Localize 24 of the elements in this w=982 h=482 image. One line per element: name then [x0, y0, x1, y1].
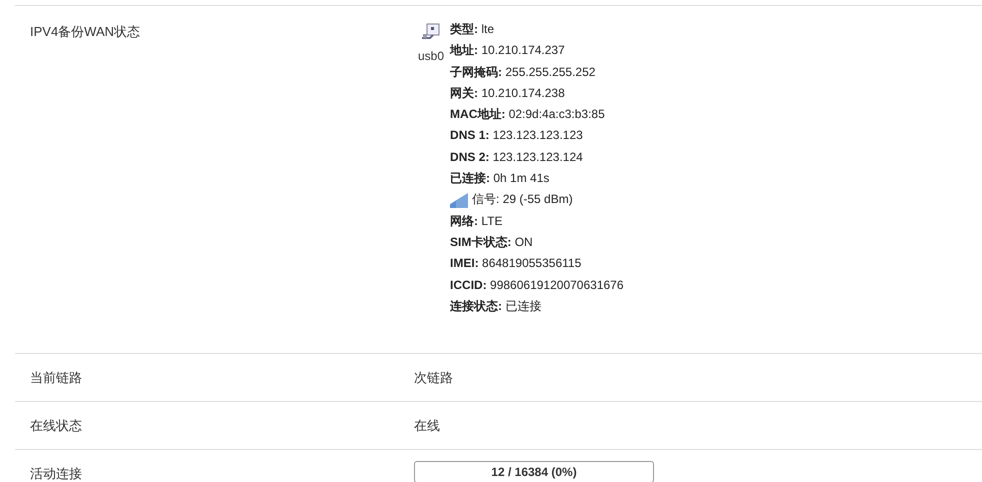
- detail-line: IMEI: 864819055356115: [450, 255, 582, 272]
- row-label: 在线状态: [30, 418, 82, 434]
- network-adapter-icon: [421, 23, 442, 41]
- detail-line: DNS 2: 123.123.123.124: [450, 148, 583, 166]
- row-value: 次链路: [414, 370, 453, 386]
- row-label: IPV4备份WAN状态: [30, 24, 140, 39]
- row-value: 在线: [414, 418, 440, 434]
- detail-line: 网络: LTE: [450, 212, 502, 230]
- detail-line: 连接状态: 已连接: [450, 298, 542, 315]
- detail-line: 地址: 10.210.174.237: [450, 42, 565, 60]
- detail-line: 类型: lte: [450, 21, 494, 38]
- detail-line: 信号: 29 (-55 dBm): [472, 191, 573, 208]
- device-name: usb0: [418, 49, 444, 63]
- signal-strength-icon: [450, 192, 468, 208]
- detail-line: 网关: 10.210.174.238: [450, 84, 565, 102]
- connection-meter: 12 / 16384 (0%): [414, 461, 654, 482]
- detail-line: 已连接: 0h 1m 41s: [450, 170, 550, 188]
- row-label: 活动连接: [30, 466, 82, 482]
- row-label: 当前链路: [30, 370, 82, 386]
- detail-line: SIM卡状态: ON: [450, 234, 533, 251]
- detail-line: DNS 1: 123.123.123.123: [450, 127, 583, 144]
- detail-line: 子网掩码: 255.255.255.252: [450, 64, 596, 81]
- detail-line: ICCID: 99860619120070631676: [450, 276, 624, 294]
- detail-line: MAC地址: 02:9d:4a:c3:b3:85: [450, 106, 605, 124]
